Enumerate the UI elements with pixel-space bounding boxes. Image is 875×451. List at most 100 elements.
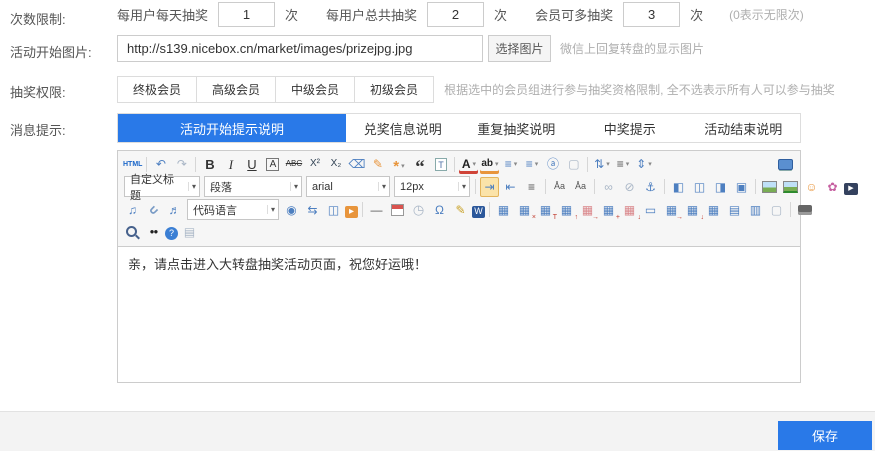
limit-field-input[interactable]	[623, 2, 680, 27]
subscript-icon[interactable]: X₂	[326, 154, 345, 174]
tab-redeem-info[interactable]: 兑奖信息说明	[346, 114, 460, 142]
member-group-button[interactable]: 初级会员	[354, 76, 434, 103]
edit-document-icon[interactable]: ✎	[451, 200, 470, 220]
table-properties-icon[interactable]: ▦T	[536, 200, 555, 220]
insert-row-above-icon[interactable]: ▦↑	[557, 200, 576, 220]
highlight-color-icon[interactable]: ab▾	[480, 154, 499, 174]
merge-cells-right-icon[interactable]: ▦→	[662, 200, 681, 220]
member-group-button[interactable]: 终极会员	[117, 76, 197, 103]
split-cells-icon[interactable]: ▦	[704, 200, 723, 220]
attachment-icon[interactable]: ∪	[144, 200, 163, 220]
omega-icon[interactable]: Ω	[430, 200, 449, 220]
limit-field-label: 会员可多抽奖	[535, 5, 613, 24]
unlink-icon[interactable]: ⊘	[620, 177, 639, 197]
outdent-icon[interactable]: ⇤	[501, 177, 520, 197]
font-size-select[interactable]: 12px▾	[394, 176, 470, 197]
circled-a-icon[interactable]: ⓐ	[543, 154, 562, 174]
print-icon[interactable]	[795, 200, 814, 220]
palette-icon[interactable]: ✿	[823, 177, 842, 197]
media-icon[interactable]: ♬	[165, 200, 184, 220]
tab-activity-start[interactable]: 活动开始提示说明	[118, 114, 346, 142]
pagebreak-icon[interactable]: ⇆	[303, 200, 322, 220]
text-align-icon[interactable]: ≡▾	[613, 154, 632, 174]
emoticon-icon[interactable]: ☺	[802, 177, 821, 197]
bold-icon[interactable]: B	[200, 154, 219, 174]
pick-image-button[interactable]: 选择图片	[488, 35, 551, 62]
paragraph-select[interactable]: 段落▾	[204, 176, 302, 197]
superscript-icon[interactable]: X²	[305, 154, 324, 174]
insert-column-right-icon[interactable]: ▥	[746, 200, 765, 220]
undo-icon[interactable]: ↶	[151, 154, 170, 174]
underline-icon[interactable]: U	[242, 154, 261, 174]
code-icon[interactable]: ◉	[282, 200, 301, 220]
calendar-icon[interactable]	[388, 200, 407, 220]
tab-activity-end[interactable]: 活动结束说明	[687, 114, 801, 142]
member-group-button[interactable]: 高级会员	[196, 76, 276, 103]
flash-icon[interactable]: ▸	[345, 206, 358, 218]
image-url-input[interactable]	[117, 35, 483, 62]
template-page-icon[interactable]: ▢	[767, 200, 786, 220]
cell-properties-icon[interactable]: ▭	[641, 200, 660, 220]
limit-field-label: 每用户每天抽奖	[117, 5, 208, 24]
text-style-icon[interactable]: A	[263, 154, 282, 174]
paste-text-icon[interactable]: T	[431, 154, 450, 174]
upload-image-icon[interactable]	[781, 177, 800, 197]
limit-field-input[interactable]	[427, 2, 484, 27]
line-height-icon[interactable]: ⇕▾	[634, 154, 653, 174]
clock-icon[interactable]: ◷	[409, 200, 428, 220]
limit-field-input[interactable]	[218, 2, 275, 27]
merge-cells-down-icon[interactable]: ▦↓	[683, 200, 702, 220]
editor-content[interactable]: 亲，请点击进入大转盘抽奖活动页面，祝您好运哦！	[118, 247, 800, 382]
tab-win-prompt[interactable]: 中奖提示	[573, 114, 687, 142]
first-line-indent-icon[interactable]: ≡	[522, 177, 541, 197]
video-icon[interactable]: ▶	[844, 183, 858, 195]
clipboard-icon[interactable]: ▤	[180, 222, 199, 242]
insert-row-below-icon[interactable]: ▤	[725, 200, 744, 220]
font-family-select[interactable]: arial▾	[306, 176, 390, 197]
save-button[interactable]: 保存	[778, 421, 872, 450]
image-align-center-icon[interactable]: ◫	[690, 177, 709, 197]
to-simplified-icon[interactable]: Åa	[571, 177, 590, 197]
insert-column-icon[interactable]: ▦+	[599, 200, 618, 220]
word-doc-icon[interactable]: W	[472, 206, 485, 218]
eraser-icon[interactable]: ⌫	[347, 154, 366, 174]
toolbar-separator	[594, 179, 595, 194]
unordered-list-icon[interactable]: ≡▾	[522, 154, 541, 174]
music-icon[interactable]: ♫	[123, 200, 142, 220]
redo-icon[interactable]: ↷	[172, 154, 191, 174]
vertical-align-icon[interactable]: ⇅▾	[592, 154, 611, 174]
custom-heading-select[interactable]: 自定义标题▾	[124, 176, 200, 197]
image-align-left-icon[interactable]: ◧	[669, 177, 688, 197]
indent-icon[interactable]: ⇥	[480, 177, 499, 197]
link-icon[interactable]: ∞	[599, 177, 618, 197]
ordered-list-icon[interactable]: ≡▾	[501, 154, 520, 174]
delete-column-icon[interactable]: ▦↓	[620, 200, 639, 220]
image-block-icon[interactable]: ▣	[732, 177, 751, 197]
anchor-icon[interactable]: ⚓	[641, 177, 660, 197]
horizontal-rule-icon[interactable]: —	[367, 200, 386, 220]
member-group-button[interactable]: 中级会员	[275, 76, 355, 103]
fullscreen-icon[interactable]	[776, 154, 795, 174]
find-replace-icon[interactable]: ●●	[144, 222, 163, 242]
html-source-icon[interactable]: HTML	[123, 154, 142, 174]
image-align-right-icon[interactable]: ◨	[711, 177, 730, 197]
delete-table-icon[interactable]: ▦×	[515, 200, 534, 220]
to-traditional-icon[interactable]: Åa	[550, 177, 569, 197]
delete-row-icon[interactable]: ▦→	[578, 200, 597, 220]
preview-icon[interactable]	[123, 222, 142, 242]
blockquote-icon[interactable]: “	[410, 154, 429, 174]
font-color-icon[interactable]: A▾	[459, 154, 478, 174]
strikethrough-icon[interactable]: ABC	[284, 154, 303, 174]
italic-icon[interactable]: I	[221, 154, 240, 174]
tab-repeat-draw[interactable]: 重复抽奖说明	[460, 114, 574, 142]
blank-page-icon[interactable]: ▢	[564, 154, 583, 174]
help-icon[interactable]: ?	[165, 227, 178, 240]
quick-format-icon[interactable]: *▾	[389, 154, 408, 174]
format-brush-icon[interactable]: ✎	[368, 154, 387, 174]
columns-icon[interactable]: ◫	[324, 200, 343, 220]
insert-table-icon[interactable]: ▦	[494, 200, 513, 220]
limit-field-label: 每用户总共抽奖	[326, 5, 417, 24]
chevron-down-icon: ▾	[535, 161, 539, 168]
image-icon[interactable]	[760, 177, 779, 197]
code-language-select[interactable]: 代码语言▾	[187, 199, 279, 220]
